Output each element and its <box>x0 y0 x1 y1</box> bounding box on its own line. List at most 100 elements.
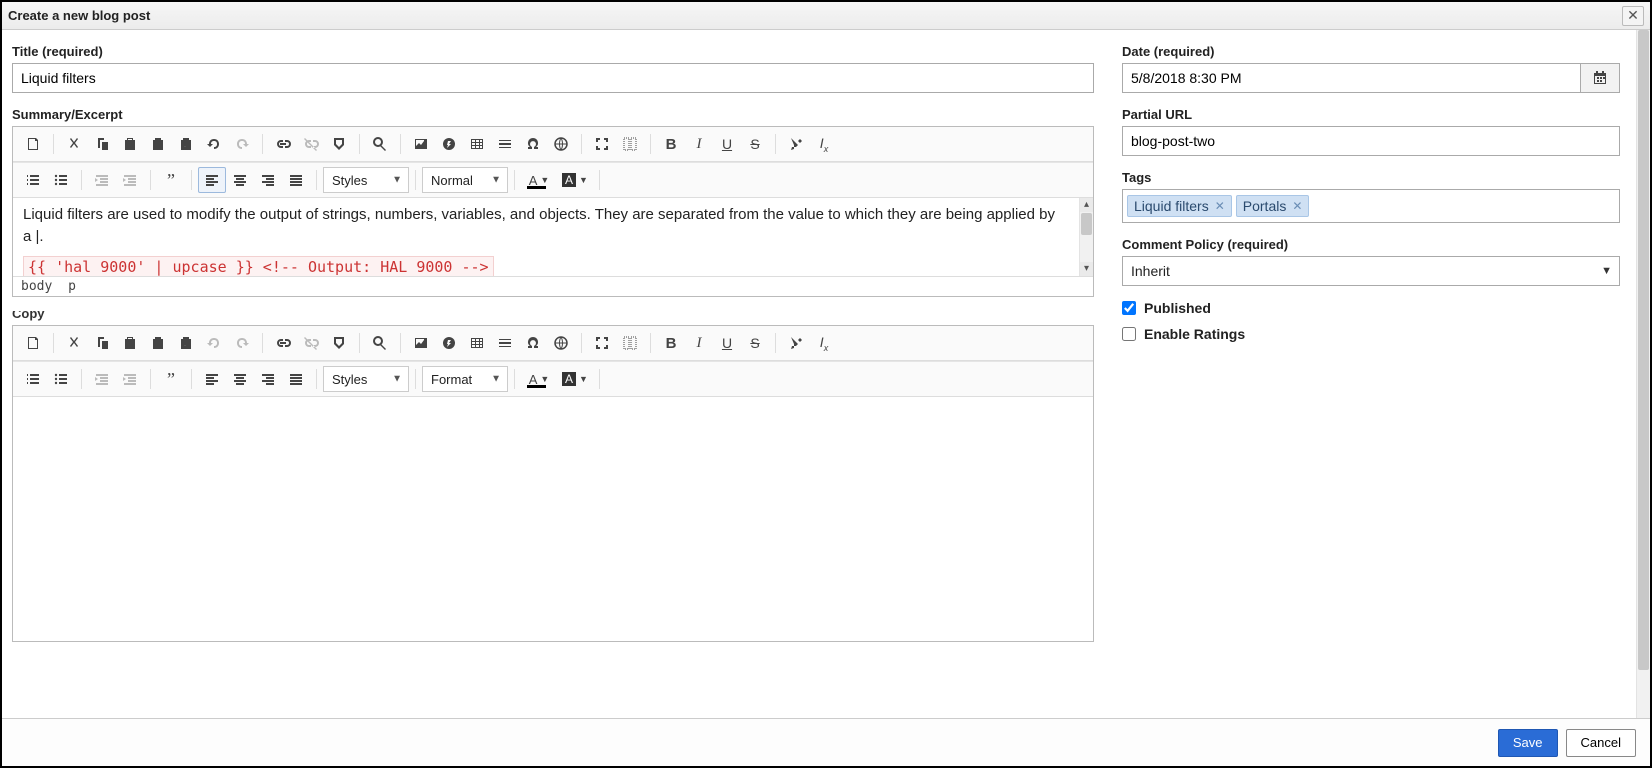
strike-icon[interactable]: S <box>741 330 769 356</box>
hr-icon[interactable] <box>491 330 519 356</box>
copy-icon[interactable] <box>88 330 116 356</box>
date-input[interactable] <box>1122 63 1580 93</box>
unlink-icon[interactable] <box>297 131 325 157</box>
italic-icon[interactable]: I <box>685 330 713 356</box>
anchor-icon[interactable] <box>325 330 353 356</box>
maximize-icon[interactable] <box>588 330 616 356</box>
undo-icon[interactable] <box>200 131 228 157</box>
source-icon[interactable] <box>19 131 47 157</box>
calendar-button[interactable] <box>1580 63 1620 93</box>
indent-icon[interactable] <box>116 366 144 392</box>
copy-icon[interactable] <box>88 131 116 157</box>
paste-word-icon[interactable] <box>172 330 200 356</box>
underline-icon[interactable]: U <box>713 330 741 356</box>
italic-icon[interactable]: I <box>685 131 713 157</box>
specialchar-icon[interactable] <box>519 330 547 356</box>
tag-remove-icon[interactable]: ✕ <box>1215 199 1225 213</box>
text-color-icon[interactable]: A▼ <box>521 366 557 392</box>
source-icon[interactable] <box>19 330 47 356</box>
align-justify-icon[interactable] <box>282 167 310 193</box>
format-select[interactable]: Format▼ <box>422 366 508 392</box>
cut-icon[interactable] <box>60 330 88 356</box>
find-icon[interactable] <box>366 330 394 356</box>
showblocks-icon[interactable] <box>616 330 644 356</box>
summary-content-area[interactable]: Liquid filters are used to modify the ou… <box>13 198 1093 276</box>
summary-scrollbar[interactable]: ▴ ▾ <box>1079 198 1093 276</box>
page-scroll-thumb[interactable] <box>1638 30 1649 670</box>
align-left-icon[interactable] <box>198 167 226 193</box>
unlink-icon[interactable] <box>297 330 325 356</box>
link-icon[interactable] <box>269 330 297 356</box>
maximize-icon[interactable] <box>588 131 616 157</box>
redo-icon[interactable] <box>228 330 256 356</box>
link-icon[interactable] <box>269 131 297 157</box>
copy-content-area[interactable] <box>13 397 1093 641</box>
bold-icon[interactable]: B <box>657 330 685 356</box>
styles-select[interactable]: Styles▼ <box>323 366 409 392</box>
path-body[interactable]: body <box>21 279 52 294</box>
outdent-icon[interactable] <box>88 366 116 392</box>
align-justify-icon[interactable] <box>282 366 310 392</box>
text-color-icon[interactable]: A▼ <box>521 167 557 193</box>
remove-format-icon[interactable]: Ix <box>810 330 838 356</box>
blockquote-icon[interactable]: ” <box>157 167 185 193</box>
find-icon[interactable] <box>366 131 394 157</box>
anchor-icon[interactable] <box>325 131 353 157</box>
image-icon[interactable] <box>407 330 435 356</box>
align-center-icon[interactable] <box>226 167 254 193</box>
cut-icon[interactable] <box>60 131 88 157</box>
flash-icon[interactable] <box>435 330 463 356</box>
paste-text-icon[interactable] <box>144 131 172 157</box>
tag-remove-icon[interactable]: ✕ <box>1292 199 1302 213</box>
paste-icon[interactable] <box>116 330 144 356</box>
align-left-icon[interactable] <box>198 366 226 392</box>
tags-input[interactable]: Liquid filters ✕ Portals ✕ <box>1122 189 1620 223</box>
bg-color-icon[interactable]: A▼ <box>557 366 593 392</box>
table-icon[interactable] <box>463 330 491 356</box>
bg-color-icon[interactable]: A▼ <box>557 167 593 193</box>
ratings-checkbox[interactable] <box>1122 327 1136 341</box>
undo-icon[interactable] <box>200 330 228 356</box>
remove-format-icon[interactable]: Ix <box>810 131 838 157</box>
paste-word-icon[interactable] <box>172 131 200 157</box>
format-select[interactable]: Normal▼ <box>422 167 508 193</box>
cancel-button[interactable]: Cancel <box>1566 729 1636 757</box>
blockquote-icon[interactable]: ” <box>157 366 185 392</box>
path-p[interactable]: p <box>68 279 76 294</box>
policy-select[interactable]: Inherit <box>1122 256 1620 286</box>
strike-icon[interactable]: S <box>741 131 769 157</box>
styles-select[interactable]: Styles▼ <box>323 167 409 193</box>
url-input[interactable] <box>1122 126 1620 156</box>
align-center-icon[interactable] <box>226 366 254 392</box>
save-button[interactable]: Save <box>1498 729 1558 757</box>
format-painter-icon[interactable] <box>782 131 810 157</box>
showblocks-icon[interactable] <box>616 131 644 157</box>
title-input[interactable] <box>12 63 1094 93</box>
flash-icon[interactable] <box>435 131 463 157</box>
numbered-list-icon[interactable] <box>19 366 47 392</box>
align-right-icon[interactable] <box>254 167 282 193</box>
paste-icon[interactable] <box>116 131 144 157</box>
numbered-list-icon[interactable] <box>19 167 47 193</box>
bold-icon[interactable]: B <box>657 131 685 157</box>
scroll-down-icon[interactable]: ▾ <box>1080 262 1093 276</box>
bullet-list-icon[interactable] <box>47 167 75 193</box>
paste-text-icon[interactable] <box>144 330 172 356</box>
iframe-icon[interactable] <box>547 330 575 356</box>
close-button[interactable]: ✕ <box>1622 6 1644 26</box>
indent-icon[interactable] <box>116 167 144 193</box>
align-right-icon[interactable] <box>254 366 282 392</box>
format-painter-icon[interactable] <box>782 330 810 356</box>
hr-icon[interactable] <box>491 131 519 157</box>
published-checkbox[interactable] <box>1122 301 1136 315</box>
scroll-thumb[interactable] <box>1081 213 1092 235</box>
underline-icon[interactable]: U <box>713 131 741 157</box>
redo-icon[interactable] <box>228 131 256 157</box>
scroll-up-icon[interactable]: ▴ <box>1080 198 1093 212</box>
bullet-list-icon[interactable] <box>47 366 75 392</box>
page-scrollbar[interactable] <box>1636 30 1650 718</box>
outdent-icon[interactable] <box>88 167 116 193</box>
specialchar-icon[interactable] <box>519 131 547 157</box>
image-icon[interactable] <box>407 131 435 157</box>
iframe-icon[interactable] <box>547 131 575 157</box>
